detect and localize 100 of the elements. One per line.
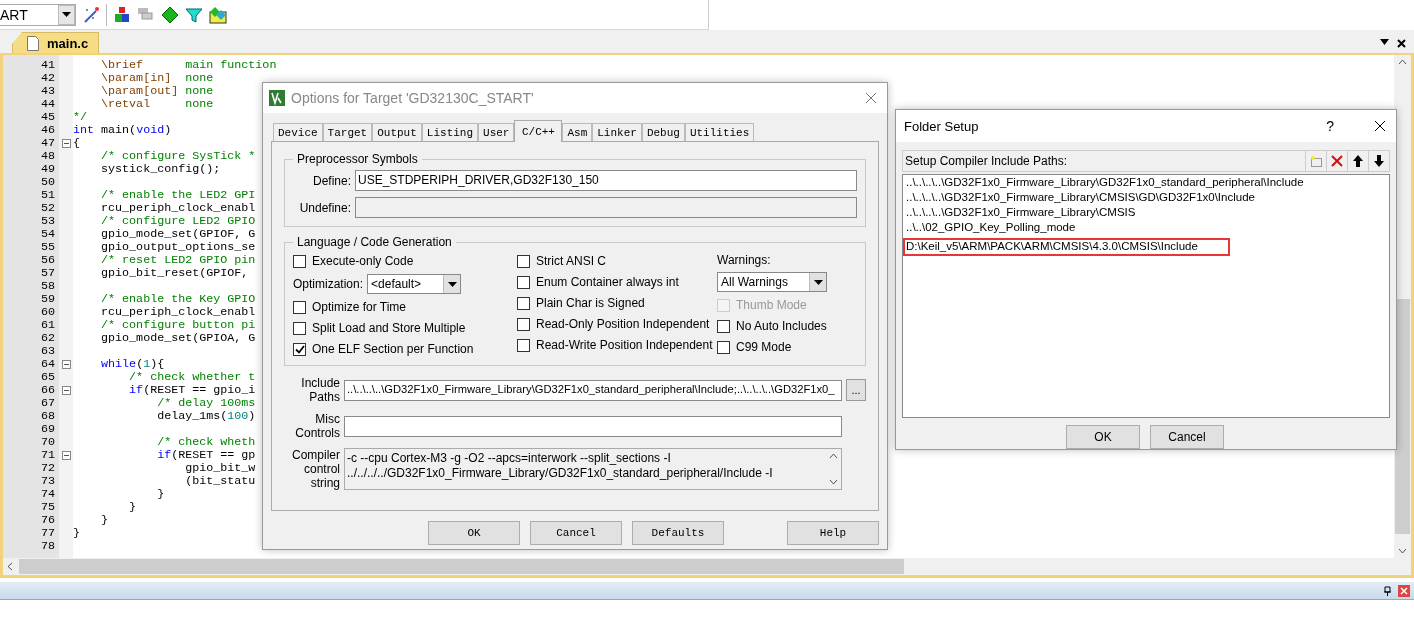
checkbox[interactable] xyxy=(517,254,530,268)
dialog-button[interactable]: Cancel xyxy=(1150,425,1224,449)
fold-toggle-icon[interactable] xyxy=(61,451,71,460)
pin-icon[interactable] xyxy=(1383,585,1392,596)
dropdown-caret-icon xyxy=(813,279,823,285)
warnings-select[interactable]: All Warnings xyxy=(717,272,827,292)
field-label: Define: xyxy=(311,173,351,188)
magic-wand-icon[interactable] xyxy=(82,5,100,24)
scroll-left-icon[interactable] xyxy=(7,562,13,571)
code-line: /* configure SysTick * xyxy=(100,150,256,163)
scroll-down-icon[interactable] xyxy=(828,479,838,485)
browse-button[interactable]: ... xyxy=(846,379,866,401)
dialog-tab[interactable]: Debug xyxy=(641,123,685,141)
fold-toggle-icon[interactable] xyxy=(61,139,71,148)
path-item[interactable]: ..\..\..\..\GD32F1x0_Firmware_Library\CMSIS\GD\GD32F1x0\Include xyxy=(903,189,1287,207)
checkbox[interactable] xyxy=(293,300,306,314)
path-item[interactable]: D:\Keil_v5\ARM\PACK\ARM\CMSIS\4.3.0\CMSIS\Include xyxy=(903,238,1230,256)
dialog-tab[interactable]: Asm xyxy=(562,123,593,141)
arrow-up-icon xyxy=(1353,155,1363,167)
code-line: gpio_mode_set(GPIOF, G xyxy=(100,228,256,241)
checkbox-label: One ELF Section per Function xyxy=(312,342,474,356)
code-line: gpio_mode_set(GPIOA, G xyxy=(100,332,256,345)
line-number: 45 xyxy=(39,111,55,124)
fold-toggle-icon[interactable] xyxy=(61,360,71,369)
code-line: { xyxy=(73,137,80,150)
line-number: 54 xyxy=(39,228,55,241)
dialog-button[interactable]: Cancel xyxy=(530,521,622,545)
dropdown-caret-icon[interactable] xyxy=(1380,39,1389,45)
scroll-up-icon[interactable] xyxy=(1398,59,1407,65)
dialog-tab[interactable]: C/C++ xyxy=(514,120,563,142)
dialog-tab[interactable]: User xyxy=(478,123,515,141)
checkbox-label: C99 Mode xyxy=(736,340,792,354)
line-number: 57 xyxy=(39,267,55,280)
checkbox[interactable] xyxy=(717,340,730,354)
line-number: 72 xyxy=(39,462,55,475)
define-field[interactable]: USE_STDPERIPH_DRIVER,GD32F130_150 xyxy=(355,170,857,191)
code-line: rcu_periph_clock_enabl xyxy=(100,306,256,319)
path-item[interactable]: ..\..\..\..\GD32F1x0_Firmware_Library\CMSIS xyxy=(903,204,1168,222)
code-line: /* reset LED2 GPIO pin xyxy=(100,254,256,267)
dialog-tab[interactable]: Listing xyxy=(421,123,479,141)
diamond-icon[interactable] xyxy=(161,5,179,24)
code-line: if(RESET == gp xyxy=(156,449,256,462)
checkbox[interactable] xyxy=(293,342,306,356)
line-number: 42 xyxy=(39,72,55,85)
include-paths-field[interactable]: ..\..\..\..\GD32F1x0_Firmware_Library\GD32F1x0_standard_peripheral\Include;..\..\..\..\GD32F1x0_ xyxy=(344,379,842,401)
line-number: 59 xyxy=(39,293,55,306)
checkbox[interactable] xyxy=(717,319,730,333)
funnel-icon[interactable] xyxy=(185,5,203,24)
line-number: 78 xyxy=(39,540,55,553)
undefine-field[interactable] xyxy=(355,197,857,218)
misc-controls-field[interactable] xyxy=(344,415,842,437)
line-number: 74 xyxy=(39,488,55,501)
dialog-title: Options for Target 'GD32130C_START' xyxy=(291,90,534,106)
optimization-select[interactable]: <default> xyxy=(367,274,462,294)
diamonds-icon[interactable] xyxy=(209,5,227,24)
target-select[interactable]: ART xyxy=(0,3,76,26)
code-line: } xyxy=(156,488,165,501)
compiler-string-field[interactable]: -c --cpu Cortex-M3 -g -O2 --apcs=interwork --split_sections -I ../../../../GD32F1x0_Firmware_Library/GD32F1x0_standard_peripheral/Include -I xyxy=(344,448,842,490)
dialog-tab[interactable]: Target xyxy=(322,123,373,141)
scroll-up-icon[interactable] xyxy=(828,453,838,459)
dialog-button[interactable]: Help xyxy=(787,521,879,545)
scroll-down-icon[interactable] xyxy=(1398,548,1407,554)
dialog-tab[interactable]: Utilities xyxy=(684,123,755,141)
code-line: delay_1ms(100) xyxy=(156,410,256,423)
line-number: 53 xyxy=(39,215,55,228)
horizontal-scrollbar[interactable] xyxy=(3,558,1411,575)
line-number: 70 xyxy=(39,436,55,449)
dialog-tab[interactable]: Device xyxy=(273,123,323,141)
help-button[interactable]: ? xyxy=(1326,118,1334,134)
code-line: (bit_statu xyxy=(184,475,256,488)
line-number: 49 xyxy=(39,163,55,176)
dialog-button[interactable]: OK xyxy=(1066,425,1140,449)
delete-icon xyxy=(1331,155,1343,167)
file-tab[interactable]: main.c xyxy=(12,32,100,53)
dialog-tab[interactable]: Linker xyxy=(592,123,642,141)
close-icon[interactable] xyxy=(1397,39,1406,48)
line-number: 50 xyxy=(39,176,55,189)
fold-toggle-icon[interactable] xyxy=(61,386,71,395)
code-line: rcu_periph_clock_enabl xyxy=(100,202,256,215)
path-item[interactable]: ..\..\02_GPIO_Key_Polling_mode xyxy=(903,219,1108,237)
code-line: /* delay 100ms xyxy=(156,397,256,410)
line-number: 58 xyxy=(39,280,55,293)
checkbox[interactable] xyxy=(293,321,306,335)
app-logo-icon xyxy=(269,90,285,106)
checkbox[interactable] xyxy=(293,254,306,268)
dialog-tab[interactable]: Output xyxy=(372,123,422,141)
dialog-button[interactable]: Defaults xyxy=(632,521,724,545)
checkbox[interactable] xyxy=(517,296,530,310)
field-label: Compiler control string xyxy=(291,448,340,490)
path-item[interactable]: ..\..\..\..\GD32F1x0_Firmware_Library\GD32F1x0_standard_peripheral\Include xyxy=(903,174,1336,192)
dialog-button[interactable]: OK xyxy=(428,521,520,545)
checkbox[interactable] xyxy=(517,317,530,331)
line-number: 71 xyxy=(39,449,55,462)
checkbox[interactable] xyxy=(517,338,530,352)
checkbox[interactable] xyxy=(517,275,530,289)
list-label: Setup Compiler Include Paths: xyxy=(905,154,1068,168)
components-icon[interactable] xyxy=(113,5,131,24)
code-line: systick_config(); xyxy=(100,163,221,176)
close-icon[interactable] xyxy=(1374,120,1386,132)
code-line: \brief main function xyxy=(100,59,277,72)
